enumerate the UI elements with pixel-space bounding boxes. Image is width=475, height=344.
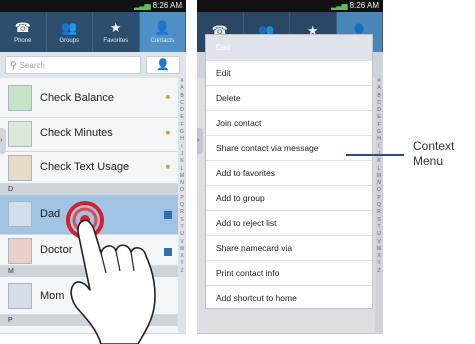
alphabet-index-letter[interactable]: L <box>178 166 186 173</box>
alphabet-index-letter[interactable]: J <box>178 151 186 158</box>
menu-item-add-to-favorites[interactable]: Add to favorites <box>206 160 372 185</box>
lock-icon: ■ <box>165 164 170 171</box>
alphabet-index-letter[interactable]: M <box>178 173 186 180</box>
lock-icon: ■ <box>165 94 170 101</box>
context-menu: Dad Edit Delete Join contact Share conta… <box>205 34 373 309</box>
contact-name: Check Balance <box>40 92 114 104</box>
tab-bar: ☎ Phone 👥 Groups ★ Favorites 👤 Contacts <box>0 12 186 52</box>
alphabet-index-letter[interactable]: V <box>178 239 186 246</box>
status-bar: ▂▃▅ 8:26 AM <box>0 0 186 12</box>
alphabet-index-letter[interactable]: C <box>178 100 186 107</box>
tab-label: Phone <box>14 37 32 44</box>
search-placeholder: Search <box>19 61 45 70</box>
callout-label: Menu <box>413 154 444 168</box>
tab-label: Favorites <box>103 37 129 44</box>
alphabet-index-letter[interactable]: B <box>178 93 186 100</box>
avatar <box>8 238 32 264</box>
search-icon: ⚲ <box>10 60 17 70</box>
alphabet-index-letter[interactable]: Q <box>178 202 186 209</box>
alphabet-index-letter[interactable]: N <box>178 180 186 187</box>
search-bar: ⚲ Search 👤 <box>0 52 186 78</box>
alphabet-index-letter[interactable]: S <box>178 217 186 224</box>
status-time: 8:26 AM <box>152 1 182 10</box>
status-bar: ▂▃▅ 8:26 AM <box>197 0 383 12</box>
tab-label: Contacts <box>150 37 175 44</box>
avatar <box>8 121 32 147</box>
menu-item-edit[interactable]: Edit <box>206 60 372 85</box>
menu-item-delete[interactable]: Delete <box>206 85 372 110</box>
tab-groups[interactable]: 👥 Groups <box>47 12 93 52</box>
alphabet-index-letter[interactable]: W <box>178 246 186 253</box>
alphabet-index-letter[interactable]: U <box>178 231 186 238</box>
menu-item-join-contact[interactable]: Join contact <box>206 110 372 135</box>
alphabet-index-letter[interactable]: E <box>178 114 186 121</box>
add-contact-icon: 👤 <box>156 59 170 71</box>
alphabet-index-letter[interactable]: R <box>178 209 186 216</box>
alphabet-index-letter[interactable]: Z <box>178 268 186 275</box>
menu-item-share-namecard-via[interactable]: Share namecard via <box>206 235 372 260</box>
alphabet-index-letter[interactable]: Y <box>178 260 186 267</box>
lock-icon: ■ <box>165 130 170 137</box>
alphabet-index-letter[interactable]: H <box>178 136 186 143</box>
avatar <box>8 201 32 227</box>
signal-icon: ▂▃▅ <box>331 1 348 10</box>
avatar <box>8 155 32 181</box>
alphabet-index-letter[interactable]: O <box>178 187 186 194</box>
contact-name: Check Text Usage <box>40 161 130 173</box>
person-icon: 👤 <box>154 19 171 35</box>
alphabet-index-letter[interactable]: P <box>178 195 186 202</box>
tab-favorites[interactable]: ★ Favorites <box>93 12 140 52</box>
tab-contacts[interactable]: 👤 Contacts <box>139 12 186 52</box>
add-contact-button[interactable]: 👤 <box>146 56 180 74</box>
list-item[interactable]: Check Minutes ■ <box>0 118 178 152</box>
alphabet-index-letter[interactable]: T <box>178 224 186 231</box>
menu-item-add-shortcut-to-home[interactable]: Add shortcut to home <box>206 285 372 310</box>
menu-item-add-to-group[interactable]: Add to group <box>206 185 372 210</box>
alphabet-index-letter[interactable]: D <box>178 107 186 114</box>
contact-name: Check Minutes <box>40 127 113 139</box>
status-time: 8:26 AM <box>349 1 379 10</box>
callout-label: Context <box>413 139 455 153</box>
alphabet-index-letter[interactable]: X <box>178 253 186 260</box>
alphabet-index-letter[interactable]: # <box>178 78 186 85</box>
alphabet-index-letter[interactable]: F <box>178 122 186 129</box>
menu-item-print-contact-info[interactable]: Print contact info <box>206 260 372 285</box>
phone-icon: ☎ <box>14 19 31 35</box>
menu-title: Dad <box>206 35 372 60</box>
menu-item-add-to-reject-list[interactable]: Add to reject list <box>206 210 372 235</box>
edge-handle[interactable]: › <box>0 128 6 154</box>
hand-pointer-icon <box>66 201 156 344</box>
star-icon: ★ <box>109 19 122 35</box>
alphabet-index[interactable]: #ABCDEFGHIJKLMNOPQRSTUVWXYZ <box>178 78 186 334</box>
tab-label: Groups <box>59 37 80 44</box>
alphabet-index-letter[interactable]: K <box>178 158 186 165</box>
list-item[interactable]: Check Text Usage ■ <box>0 152 178 184</box>
groups-icon: 👥 <box>61 19 78 35</box>
signal-icon: ▂▃▅ <box>134 1 151 10</box>
alphabet-index-letter[interactable]: I <box>178 144 186 151</box>
alphabet-index-letter[interactable]: G <box>178 129 186 136</box>
search-input[interactable]: ⚲ Search <box>5 56 141 74</box>
tab-phone[interactable]: ☎ Phone <box>0 12 47 52</box>
menu-item-share-contact-via-message[interactable]: Share contact via message <box>206 135 372 160</box>
callout-line <box>346 154 404 156</box>
alphabet-index-letter[interactable]: A <box>178 85 186 92</box>
avatar <box>8 283 32 309</box>
avatar <box>8 85 32 111</box>
list-item[interactable]: Check Balance ■ <box>0 78 178 118</box>
